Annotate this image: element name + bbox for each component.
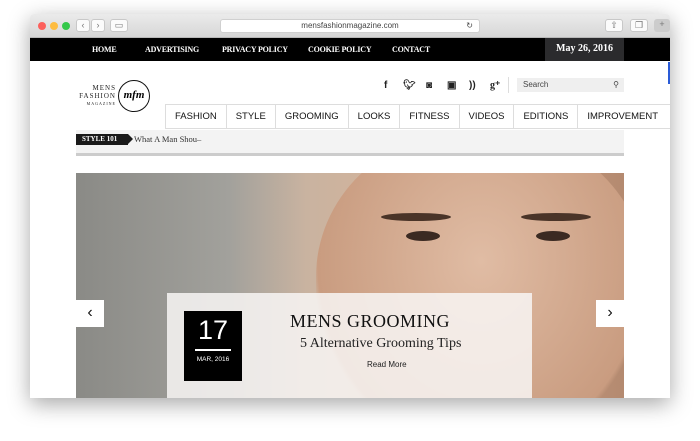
- slide-title[interactable]: 5 Alternative Grooming Tips: [300, 336, 461, 352]
- scrollbar[interactable]: [668, 62, 670, 84]
- nav-privacy-policy[interactable]: PRIVACY POLICY: [222, 45, 288, 54]
- ticker-tag: STYLE 101: [76, 134, 133, 145]
- logo-mark: mfm: [118, 80, 150, 112]
- menu-style[interactable]: STYLE: [227, 105, 276, 128]
- back-icon[interactable]: ‹: [76, 19, 90, 32]
- slide-caption: 17 MAR, 2016 MENS GROOMING 5 Alternative…: [167, 293, 532, 398]
- menu-looks[interactable]: LOOKS: [349, 105, 401, 128]
- divider: [508, 77, 509, 93]
- nav-cookie-policy[interactable]: COOKIE POLICY: [308, 45, 372, 54]
- url-text: mensfashionmagazine.com: [301, 21, 399, 30]
- nav-contact[interactable]: CONTACT: [392, 45, 430, 54]
- sidebar-icon[interactable]: ▭: [110, 19, 128, 32]
- nav-advertising[interactable]: ADVERTISING: [145, 45, 199, 54]
- search-icon[interactable]: ⚲: [613, 78, 619, 92]
- hero-image-detail: [406, 231, 440, 241]
- instagram-icon[interactable]: ◙: [426, 80, 432, 91]
- tabs-icon[interactable]: ❐: [630, 19, 648, 32]
- browser-titlebar: ‹ › ▭ mensfashionmagazine.com ↻ ⇧ ❐ +: [30, 14, 670, 38]
- main-menu: FASHION STYLE GROOMING LOOKS FITNESS VID…: [165, 104, 670, 129]
- facebook-icon[interactable]: f: [384, 80, 387, 91]
- news-ticker: STYLE 101 What A Man Shou–: [76, 130, 624, 156]
- next-slide-button[interactable]: ›: [596, 300, 624, 327]
- share-icon[interactable]: ⇧: [605, 19, 623, 32]
- twitter-icon[interactable]: 🐦︎: [403, 80, 416, 91]
- address-bar[interactable]: mensfashionmagazine.com ↻: [220, 19, 480, 33]
- hero-image-detail: [521, 213, 591, 221]
- new-tab-icon[interactable]: +: [654, 19, 670, 32]
- hero-slider[interactable]: ‹ › 17 MAR, 2016 MENS GROOMING 5 Alterna…: [76, 173, 624, 398]
- minimize-icon[interactable]: [50, 22, 58, 30]
- menu-editions[interactable]: EDITIONS: [514, 105, 579, 128]
- youtube-icon[interactable]: ▣: [447, 80, 456, 91]
- forward-icon[interactable]: ›: [91, 19, 105, 32]
- hero-image-detail: [381, 213, 451, 221]
- menu-fitness[interactable]: FITNESS: [400, 105, 460, 128]
- browser-window: ‹ › ▭ mensfashionmagazine.com ↻ ⇧ ❐ + HOM…: [30, 14, 670, 398]
- read-more-link[interactable]: Read More: [367, 360, 407, 369]
- search-input[interactable]: Search ⚲: [517, 78, 624, 92]
- hero-image-detail: [536, 231, 570, 241]
- close-icon[interactable]: [38, 22, 46, 30]
- logo[interactable]: MENS FASHION MAGAZINE mfm: [78, 78, 154, 118]
- logo-text: MENS: [92, 84, 116, 92]
- nav-home[interactable]: HOME: [92, 45, 117, 54]
- reload-icon[interactable]: ↻: [466, 20, 473, 32]
- prev-slide-button[interactable]: ‹: [76, 300, 104, 327]
- top-nav: HOME ADVERTISING PRIVACY POLICY COOKIE P…: [30, 38, 670, 61]
- menu-fashion[interactable]: FASHION: [166, 105, 227, 128]
- google-plus-icon[interactable]: g⁺: [490, 80, 500, 91]
- logo-text: MAGAZINE: [86, 101, 116, 106]
- menu-videos[interactable]: VIDEOS: [460, 105, 515, 128]
- divider: [195, 349, 231, 351]
- current-date: May 26, 2016: [545, 38, 624, 61]
- menu-improvement[interactable]: IMPROVEMENT: [578, 105, 670, 128]
- ticker-headline[interactable]: What A Man Shou–: [134, 134, 201, 144]
- menu-grooming[interactable]: GROOMING: [276, 105, 349, 128]
- rss-icon[interactable]: )): [469, 80, 476, 91]
- slide-month: MAR, 2016: [196, 356, 230, 363]
- slide-day: 17: [197, 315, 229, 345]
- logo-text: FASHION: [79, 92, 116, 100]
- slide-category[interactable]: MENS GROOMING: [290, 311, 450, 332]
- search-placeholder: Search: [523, 80, 549, 89]
- slide-date: 17 MAR, 2016: [184, 311, 242, 381]
- maximize-icon[interactable]: [62, 22, 70, 30]
